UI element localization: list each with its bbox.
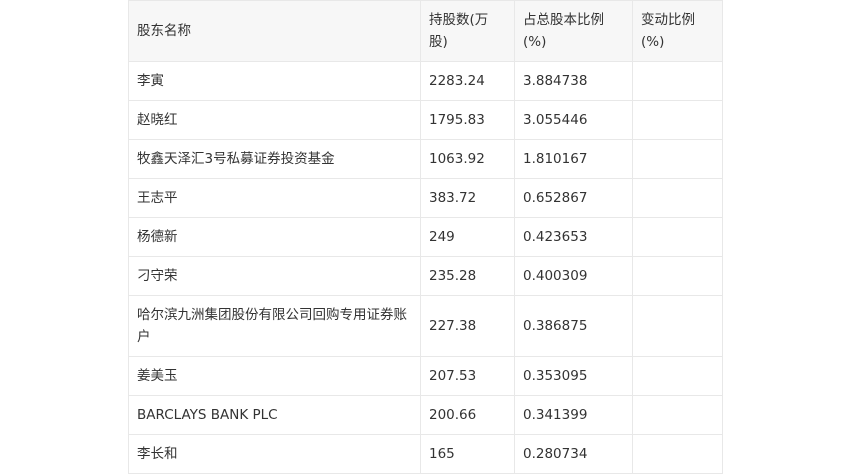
- shareholder-table: 股东名称 持股数(万股) 占总股本比例(%) 变动比例(%) 李寅 2283.2…: [128, 0, 723, 474]
- cell-name: 哈尔滨九洲集团股份有限公司回购专用证券账户: [128, 295, 421, 357]
- table-row: 王志平 383.72 0.652867: [128, 178, 723, 218]
- cell-change: [632, 139, 723, 179]
- cell-name: 李寅: [128, 61, 421, 101]
- header-change-ratio: 变动比例(%): [632, 0, 723, 62]
- cell-change: [632, 356, 723, 396]
- cell-name: 杨德新: [128, 217, 421, 257]
- cell-name: 赵晓红: [128, 100, 421, 140]
- header-shares-held: 持股数(万股): [420, 0, 515, 62]
- cell-shares: 200.66: [420, 395, 515, 435]
- cell-name: BARCLAYS BANK PLC: [128, 395, 421, 435]
- cell-shares: 165: [420, 434, 515, 474]
- cell-ratio: 3.884738: [514, 61, 633, 101]
- cell-change: [632, 295, 723, 357]
- cell-ratio: 0.386875: [514, 295, 633, 357]
- table-row: 哈尔滨九洲集团股份有限公司回购专用证券账户 227.38 0.386875: [128, 295, 723, 357]
- cell-change: [632, 61, 723, 101]
- cell-ratio: 0.652867: [514, 178, 633, 218]
- header-shareholder-name: 股东名称: [128, 0, 421, 62]
- cell-change: [632, 217, 723, 257]
- cell-ratio: 0.353095: [514, 356, 633, 396]
- table-row: 牧鑫天泽汇3号私募证券投资基金 1063.92 1.810167: [128, 139, 723, 179]
- cell-name: 李长和: [128, 434, 421, 474]
- cell-change: [632, 434, 723, 474]
- cell-name: 牧鑫天泽汇3号私募证券投资基金: [128, 139, 421, 179]
- cell-ratio: 0.423653: [514, 217, 633, 257]
- cell-ratio: 0.400309: [514, 256, 633, 296]
- cell-change: [632, 395, 723, 435]
- cell-ratio: 3.055446: [514, 100, 633, 140]
- cell-shares: 383.72: [420, 178, 515, 218]
- cell-shares: 249: [420, 217, 515, 257]
- cell-shares: 207.53: [420, 356, 515, 396]
- cell-shares: 227.38: [420, 295, 515, 357]
- shareholder-table-container: 股东名称 持股数(万股) 占总股本比例(%) 变动比例(%) 李寅 2283.2…: [128, 0, 723, 474]
- cell-shares: 1063.92: [420, 139, 515, 179]
- cell-name: 刁守荣: [128, 256, 421, 296]
- table-row: 杨德新 249 0.423653: [128, 217, 723, 257]
- table-row: 姜美玉 207.53 0.353095: [128, 356, 723, 396]
- cell-change: [632, 100, 723, 140]
- cell-shares: 235.28: [420, 256, 515, 296]
- cell-change: [632, 256, 723, 296]
- cell-shares: 1795.83: [420, 100, 515, 140]
- cell-ratio: 0.280734: [514, 434, 633, 474]
- cell-name: 姜美玉: [128, 356, 421, 396]
- table-row: 李长和 165 0.280734: [128, 434, 723, 474]
- table-row: BARCLAYS BANK PLC 200.66 0.341399: [128, 395, 723, 435]
- table-header-row: 股东名称 持股数(万股) 占总股本比例(%) 变动比例(%): [128, 0, 723, 62]
- cell-shares: 2283.24: [420, 61, 515, 101]
- table-row: 刁守荣 235.28 0.400309: [128, 256, 723, 296]
- table-row: 李寅 2283.24 3.884738: [128, 61, 723, 101]
- header-share-ratio: 占总股本比例(%): [514, 0, 633, 62]
- cell-ratio: 0.341399: [514, 395, 633, 435]
- table-row: 赵晓红 1795.83 3.055446: [128, 100, 723, 140]
- cell-ratio: 1.810167: [514, 139, 633, 179]
- cell-change: [632, 178, 723, 218]
- cell-name: 王志平: [128, 178, 421, 218]
